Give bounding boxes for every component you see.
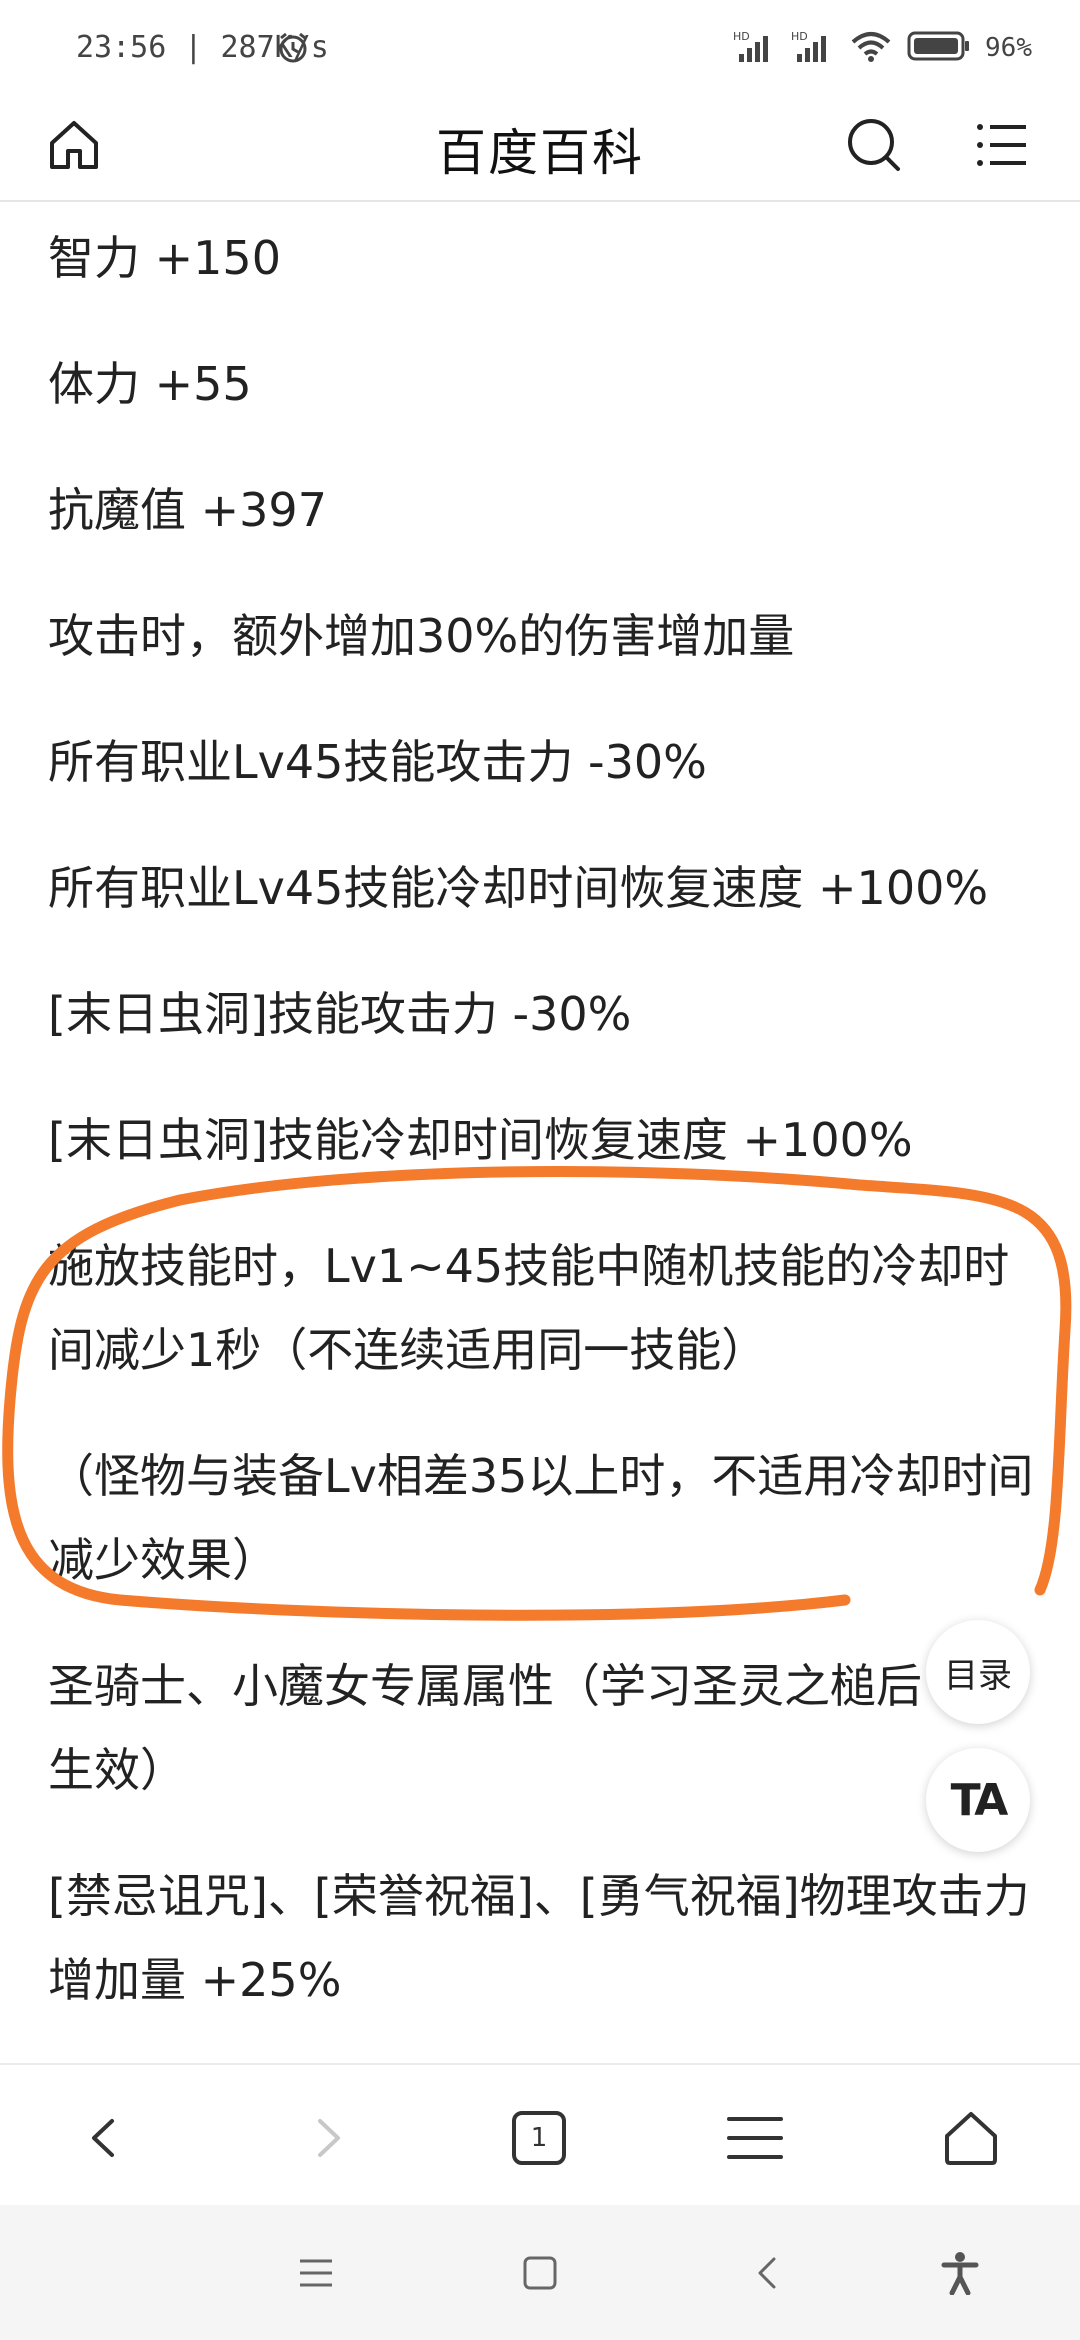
attribute-line: 所有职业Lv45技能攻击力 -30% [48,735,707,789]
battery-percent: 96% [985,33,1032,63]
attribute-line: 圣骑士、小魔女专属属性（学习圣灵之槌后生效） [48,1659,922,1797]
alarm-icon [275,30,311,70]
screen: 23:56 | 287K/s HD HD 96% 百度百科 智力 +150 体力… [0,0,1080,2340]
signal-hd-icon: HD [791,28,835,68]
svg-text:HD: HD [733,30,750,43]
status-bar: 23:56 | 287K/s HD HD 96% [0,0,1080,95]
accessibility-icon[interactable] [930,2243,990,2303]
back-icon[interactable] [60,2093,150,2183]
attribute-line: 所有职业Lv45技能冷却时间恢复速度 +100% [48,861,989,915]
browser-toolbar: 1 [0,2063,1080,2207]
attribute-line: 智力 +150 [48,231,281,285]
toc-button[interactable]: 目录 [926,1620,1030,1724]
menu-icon[interactable] [710,2093,800,2183]
tabs-icon[interactable]: 1 [494,2093,584,2183]
home-icon[interactable] [926,2093,1016,2183]
ta-label: TA [950,1774,1009,1826]
home-square-icon[interactable] [510,2243,570,2303]
highlighted-attribute: （怪物与装备Lv相差35以上时，不适用冷却时间减少效果） [48,1449,1034,1587]
page-title: 百度百科 [436,124,644,182]
recents-icon[interactable] [286,2243,346,2303]
ta-button[interactable]: TA [926,1748,1030,1852]
highlighted-attribute: 施放技能时，Lv1~45技能中随机技能的冷却时间减少1秒（不连续适用同一技能） [48,1239,1010,1377]
attribute-line: 攻击时，额外增加30%的伤害增加量 [48,609,795,663]
forward-icon[interactable] [282,2093,372,2183]
attribute-line: 抗魔值 +397 [48,483,327,537]
app-header: 百度百科 [0,95,1080,202]
signal-hd-icon: HD [733,28,777,68]
attribute-line: [末日虫洞]技能冷却时间恢复速度 +100% [48,1113,913,1167]
article-content: 智力 +150 体力 +55 抗魔值 +397 攻击时，额外增加30%的伤害增加… [48,200,1038,2022]
search-icon[interactable] [838,109,910,181]
attribute-line: [末日虫洞]技能攻击力 -30% [48,987,632,1041]
attribute-line: [禁忌诅咒]、[荣誉祝福]、[勇气祝福]物理攻击力增加量 +25% [48,1869,1030,2007]
menu-list-icon[interactable] [966,109,1038,181]
attribute-line: 体力 +55 [48,357,252,411]
system-nav-bar [0,2205,1080,2340]
status-icons: HD HD 96% [733,26,1032,70]
tab-count: 1 [530,2123,548,2153]
back-triangle-icon[interactable] [738,2243,798,2303]
battery-icon [907,29,971,67]
toc-label: 目录 [944,1655,1012,1696]
wifi-icon [849,28,893,68]
svg-text:HD: HD [791,30,808,43]
